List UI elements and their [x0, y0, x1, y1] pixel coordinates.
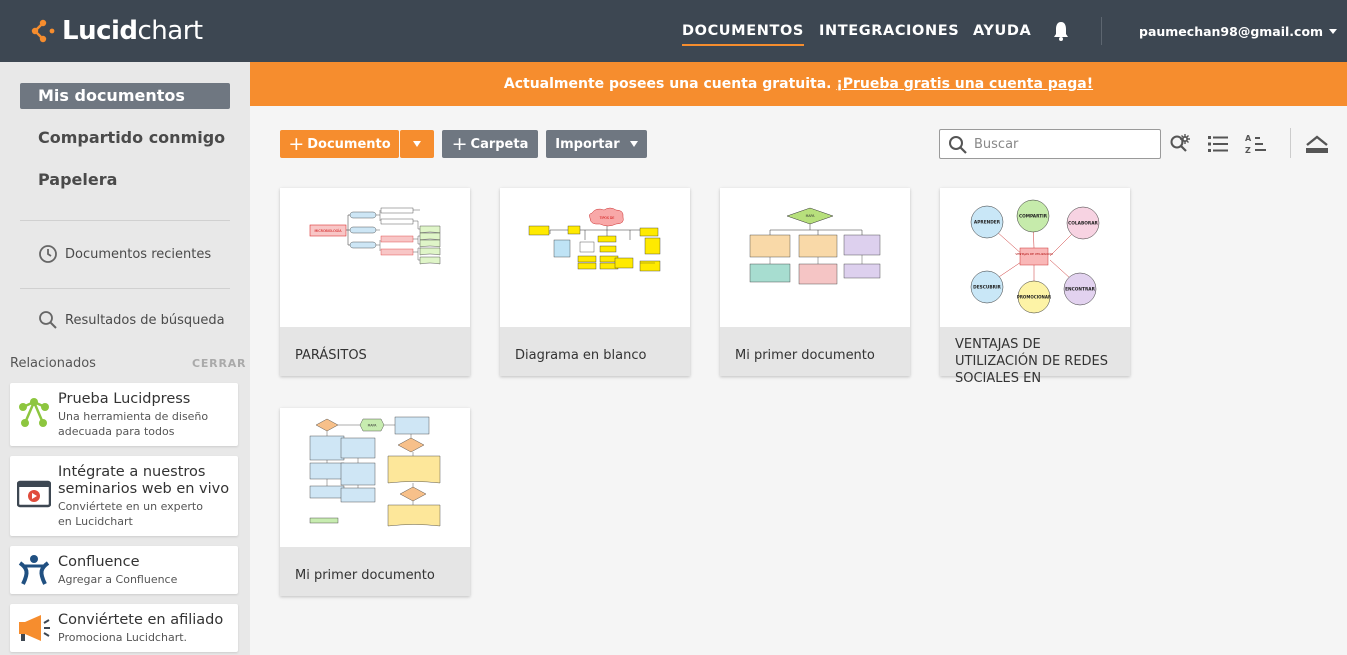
import-label: Importar: [555, 136, 620, 152]
related-card-confluence[interactable]: Confluence Agregar a Confluence: [10, 546, 238, 594]
confluence-icon: [18, 555, 50, 585]
related-title: Intégrate a nuestros seminarios web en v…: [58, 464, 230, 497]
banner-text: Actualmente posees una cuenta gratuita.: [503, 76, 837, 92]
svg-text:DESCUBRIR: DESCUBRIR: [973, 285, 1001, 291]
related-card-affiliate[interactable]: Conviértete en afiliado Promociona Lucid…: [10, 604, 238, 652]
lucidpress-icon: [19, 398, 49, 427]
nav-documents[interactable]: DOCUMENTOS: [682, 23, 804, 46]
lucidchart-logo[interactable]: Lucidchart: [30, 14, 203, 48]
sidebar-item-shared[interactable]: Compartido conmigo: [20, 125, 230, 151]
sidebar-item-recent[interactable]: Documentos recientes: [38, 244, 211, 264]
document-thumbnail: VENTAJAS DE UTILIZACIÓN APRENDER COMPART…: [940, 188, 1130, 327]
list-view-icon[interactable]: [1207, 133, 1229, 155]
sidebar-item-trash[interactable]: Papelera: [20, 167, 230, 193]
related-subtitle: Una herramienta de diseño adecuada para …: [58, 410, 209, 438]
bell-icon[interactable]: [1052, 20, 1070, 42]
chevron-down-icon: [413, 141, 421, 147]
new-folder-button[interactable]: + Carpeta: [442, 130, 538, 158]
document-title: PARÁSITOS: [280, 327, 470, 376]
import-button[interactable]: Importar: [546, 130, 647, 158]
document-title: Mi primer documento: [720, 327, 910, 376]
chevron-down-icon: [1329, 29, 1338, 34]
sidebar-item-search-results[interactable]: Resultados de búsqueda: [38, 310, 225, 330]
document-card[interactable]: VENTAJAS DE UTILIZACIÓN APRENDER COMPART…: [940, 188, 1130, 386]
related-card-webinars[interactable]: Intégrate a nuestros seminarios web en v…: [10, 456, 238, 536]
advanced-search-icon[interactable]: [1169, 133, 1191, 155]
document-thumbnail: MAPA: [280, 408, 470, 547]
document-title: Mi primer documento: [280, 547, 470, 596]
collapse-panel-icon[interactable]: [1305, 133, 1329, 155]
nav-divider: [1101, 17, 1102, 45]
document-title: VENTAJAS DE UTILIZACIÓN DE REDES SOCIALE…: [940, 327, 1130, 386]
related-title: Prueba Lucidpress: [58, 391, 191, 407]
related-heading: Relacionados: [10, 356, 96, 371]
clock-icon: [39, 245, 57, 263]
nav-integrations[interactable]: INTEGRACIONES: [819, 23, 959, 39]
document-card[interactable]: MICROBIOLOGÍA PARÁSITOS: [280, 188, 470, 376]
upgrade-banner: Actualmente posees una cuenta gratuita. …: [250, 62, 1347, 106]
new-document-dropdown[interactable]: [400, 130, 434, 158]
related-title: Confluence: [58, 554, 140, 570]
svg-text:VENTAJAS DE UTILIZACIÓN: VENTAJAS DE UTILIZACIÓN: [1015, 251, 1052, 256]
recent-label: Documentos recientes: [65, 246, 212, 262]
document-thumbnail: TIPOS DE: [500, 188, 690, 327]
search-icon: [39, 311, 57, 329]
toolbar-divider: [1290, 128, 1291, 158]
sidebar-divider: [20, 288, 230, 289]
megaphone-icon: [19, 615, 50, 641]
plus-icon: +: [288, 132, 305, 155]
related-title: Conviértete en afiliado: [58, 612, 224, 628]
nav-help[interactable]: AYUDA: [973, 23, 1031, 39]
banner-upgrade-link[interactable]: ¡Prueba gratis una cuenta paga!: [836, 76, 1093, 92]
svg-text:PROMOCIONAR: PROMOCIONAR: [1017, 295, 1051, 300]
chevron-down-icon: [629, 141, 638, 147]
svg-text:MAPA: MAPA: [806, 214, 816, 218]
svg-text:TIPOS DE: TIPOS DE: [599, 216, 615, 220]
related-subtitle: Agregar a Confluence: [58, 573, 178, 586]
plus-icon: +: [451, 132, 468, 155]
document-thumbnail: MAPA: [720, 188, 910, 327]
svg-text:Z: Z: [1245, 146, 1251, 155]
svg-text:MAPA: MAPA: [368, 424, 378, 428]
top-bar: Lucidchart DOCUMENTOS INTEGRACIONES AYUD…: [0, 0, 1347, 62]
sidebar: Mis documentos Compartido conmigo Papele…: [0, 62, 250, 655]
lucidchart-logo-icon: [31, 19, 55, 43]
user-menu[interactable]: paumechan98@gmail.com: [1139, 24, 1338, 39]
new-folder-label: Carpeta: [470, 136, 529, 152]
sidebar-item-my-documents[interactable]: Mis documentos: [20, 83, 230, 109]
document-card[interactable]: MAPA Mi primer documento: [280, 408, 470, 596]
svg-text:MICROBIOLOGÍA: MICROBIOLOGÍA: [315, 228, 343, 233]
svg-text:ENCONTRAR: ENCONTRAR: [1065, 287, 1095, 293]
svg-text:COMPARTIR: COMPARTIR: [1019, 214, 1048, 220]
related-subtitle: Promociona Lucidchart.: [58, 631, 188, 644]
webinar-icon: [17, 480, 51, 508]
search-input[interactable]: [974, 135, 1154, 153]
related-card-lucidpress[interactable]: Prueba Lucidpress Una herramienta de dis…: [10, 383, 238, 446]
sidebar-divider: [20, 220, 230, 221]
user-email: paumechan98@gmail.com: [1139, 24, 1324, 39]
svg-text:APRENDER: APRENDER: [974, 220, 1001, 226]
new-document-button[interactable]: + Documento: [280, 130, 399, 158]
search-box: [939, 129, 1161, 159]
related-close-button[interactable]: CERRAR: [192, 357, 246, 370]
document-card[interactable]: TIPOS DE Diagrama en blanco: [500, 188, 690, 376]
search-icon: [949, 136, 967, 154]
document-title: Diagrama en blanco: [500, 327, 690, 376]
document-card[interactable]: MAPA Mi primer documento: [720, 188, 910, 376]
sort-az-icon[interactable]: A Z: [1245, 133, 1267, 155]
svg-text:COLABORAR: COLABORAR: [1068, 221, 1098, 227]
document-thumbnail: MICROBIOLOGÍA: [280, 188, 470, 327]
search-results-label: Resultados de búsqueda: [65, 312, 225, 328]
svg-text:A: A: [1245, 134, 1252, 143]
related-subtitle: Conviértete en un experto en Lucidchart: [58, 500, 203, 528]
new-document-label: Documento: [307, 136, 391, 152]
logo-text: Lucidchart: [62, 16, 203, 46]
